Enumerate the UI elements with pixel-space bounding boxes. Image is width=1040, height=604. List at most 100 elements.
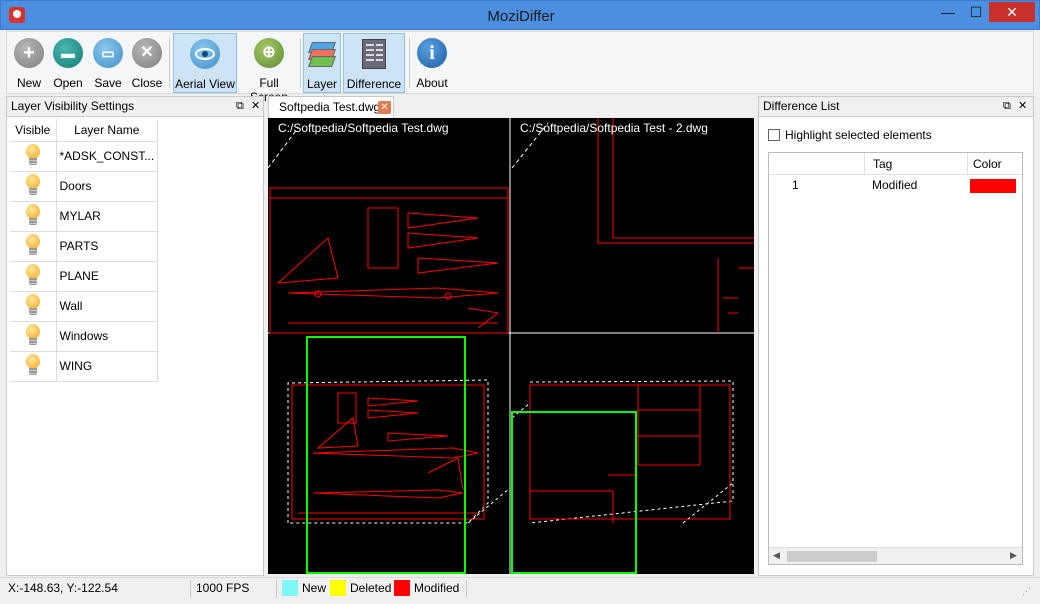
difference-button[interactable]: Difference <box>343 33 405 93</box>
right-top-drawing <box>511 118 754 333</box>
lightbulb-icon[interactable] <box>24 144 42 168</box>
layer-row[interactable]: Windows <box>10 321 158 352</box>
aerial-view-frame-right <box>511 411 637 574</box>
status-bar: X:-148.63, Y:-122.54 1000 FPS New Delete… <box>0 577 1040 604</box>
layer-row[interactable]: *ADSK_CONST... <box>10 141 158 172</box>
lightbulb-icon[interactable] <box>24 234 42 258</box>
layer-row[interactable]: PARTS <box>10 231 158 262</box>
legend-deleted-label: Deleted <box>350 581 392 595</box>
highlight-checkbox[interactable] <box>768 129 780 141</box>
lightbulb-icon[interactable] <box>24 174 42 198</box>
aerial-view-button[interactable]: Aerial View <box>173 33 237 93</box>
close-window-button[interactable]: ✕ <box>989 2 1035 22</box>
toolbar-separator <box>300 38 301 88</box>
difference-icon <box>362 39 386 69</box>
layer-name: *ADSK_CONST... <box>56 141 158 172</box>
document-tab-strip: Softpedia Test.dwg ✕ <box>268 96 754 118</box>
layer-name: Doors <box>56 171 158 202</box>
difference-row[interactable]: 1 Modified <box>769 175 1022 195</box>
layer-button[interactable]: Layer <box>303 33 341 93</box>
right-file-path: C:/Softpedia/Softpedia Test - 2.dwg <box>520 121 708 135</box>
layer-table: Visible Layer Name *ADSK_CONST... Doors … <box>10 119 158 382</box>
legend-new-swatch <box>282 580 298 596</box>
window-title: MoziDiffer <box>487 8 555 25</box>
difference-color-swatch <box>970 179 1016 193</box>
minimize-button[interactable]: — <box>935 2 961 22</box>
toolbar: + New ▬ Open ▭ Save ✕ Close Aerial View … <box>6 31 1034 104</box>
lightbulb-icon[interactable] <box>24 264 42 288</box>
layer-panel-title: Layer Visibility Settings <box>7 97 263 117</box>
lightbulb-icon[interactable] <box>24 204 42 228</box>
float-panel-icon[interactable]: ⧉ <box>236 97 244 116</box>
maximize-button[interactable]: ☐ <box>963 2 989 22</box>
layer-name: PARTS <box>56 231 158 262</box>
zoom-icon: ⊕ <box>254 38 284 68</box>
layer-name-column-header: Layer Name <box>56 119 158 142</box>
fps-readout: 1000 FPS <box>196 581 250 595</box>
difference-index: 1 <box>792 178 799 192</box>
difference-table-header: Tag Color <box>769 153 1022 175</box>
right-bottom-drawing <box>511 380 734 524</box>
document-tab[interactable]: Softpedia Test.dwg ✕ <box>268 96 394 118</box>
float-panel-icon[interactable]: ⧉ <box>1003 97 1011 116</box>
color-column-header[interactable]: Color <box>973 157 1002 171</box>
difference-table: Tag Color 1 Modified ◀ ▶ <box>768 152 1023 565</box>
layer-name: Wall <box>56 291 158 322</box>
lightbulb-icon[interactable] <box>24 354 42 378</box>
layer-name: PLANE <box>56 261 158 292</box>
horizontal-scrollbar[interactable]: ◀ ▶ <box>769 547 1022 564</box>
close-panel-icon[interactable]: ✕ <box>251 97 260 116</box>
cursor-coordinates: X:-148.63, Y:-122.54 <box>8 581 118 595</box>
lightbulb-icon[interactable] <box>24 294 42 318</box>
left-top-drawing <box>268 127 509 334</box>
layer-name: WING <box>56 351 158 382</box>
eye-icon <box>190 39 220 69</box>
briefcase-icon: ▭ <box>93 38 123 68</box>
difference-panel-title: Difference List <box>759 97 1033 117</box>
open-button[interactable]: ▬ Open <box>49 33 87 93</box>
close-panel-icon[interactable]: ✕ <box>1018 97 1027 116</box>
scroll-left-icon[interactable]: ◀ <box>773 550 780 561</box>
resize-grip-icon[interactable]: ⋰ <box>1022 586 1031 597</box>
aerial-view-frame-left <box>306 336 466 574</box>
visible-column-header: Visible <box>10 119 57 142</box>
difference-tag: Modified <box>872 178 918 192</box>
left-bottom-drawing <box>287 379 511 524</box>
legend-deleted-swatch <box>330 580 346 596</box>
legend-modified-swatch <box>394 580 410 596</box>
toolbar-separator <box>409 38 410 88</box>
layers-icon <box>307 39 337 69</box>
drawing-canvas[interactable]: C:/Softpedia/Softpedia Test.dwg C:/Softp… <box>268 118 754 574</box>
lightbulb-icon[interactable] <box>24 324 42 348</box>
toolbar-separator <box>169 38 170 88</box>
layer-visibility-panel: Layer Visibility Settings ⧉ ✕ Visible La… <box>6 96 264 576</box>
full-screen-button[interactable]: ⊕ Full Screen <box>239 33 299 104</box>
legend-modified-label: Modified <box>414 581 460 595</box>
layer-row[interactable]: WING <box>10 351 158 382</box>
tag-column-header[interactable]: Tag <box>873 157 892 171</box>
plus-icon: + <box>14 38 44 68</box>
document-tab-label: Softpedia Test.dwg <box>279 100 381 114</box>
layer-row[interactable]: Wall <box>10 291 158 322</box>
about-button[interactable]: i About <box>413 33 451 93</box>
drawing-svg <box>268 118 754 574</box>
close-button[interactable]: ✕ Close <box>129 33 165 93</box>
left-file-path: C:/Softpedia/Softpedia Test.dwg <box>278 121 449 135</box>
scroll-thumb[interactable] <box>787 551 877 562</box>
folder-icon: ▬ <box>53 38 83 68</box>
scroll-right-icon[interactable]: ▶ <box>1010 550 1017 561</box>
close-icon: ✕ <box>132 38 162 68</box>
new-button[interactable]: + New <box>11 33 47 93</box>
layer-row[interactable]: Doors <box>10 171 158 202</box>
save-button[interactable]: ▭ Save <box>89 33 127 93</box>
title-bar: MoziDiffer — ☐ ✕ <box>0 0 1040 30</box>
layer-row[interactable]: PLANE <box>10 261 158 292</box>
layer-name: MYLAR <box>56 201 158 232</box>
close-tab-icon[interactable]: ✕ <box>378 101 391 114</box>
legend-new-label: New <box>302 581 327 595</box>
difference-list-panel: Difference List ⧉ ✕ Highlight selected e… <box>758 96 1034 576</box>
info-icon: i <box>417 38 447 68</box>
highlight-label: Highlight selected elements <box>785 128 932 142</box>
layer-name: Windows <box>56 321 158 352</box>
layer-row[interactable]: MYLAR <box>10 201 158 232</box>
